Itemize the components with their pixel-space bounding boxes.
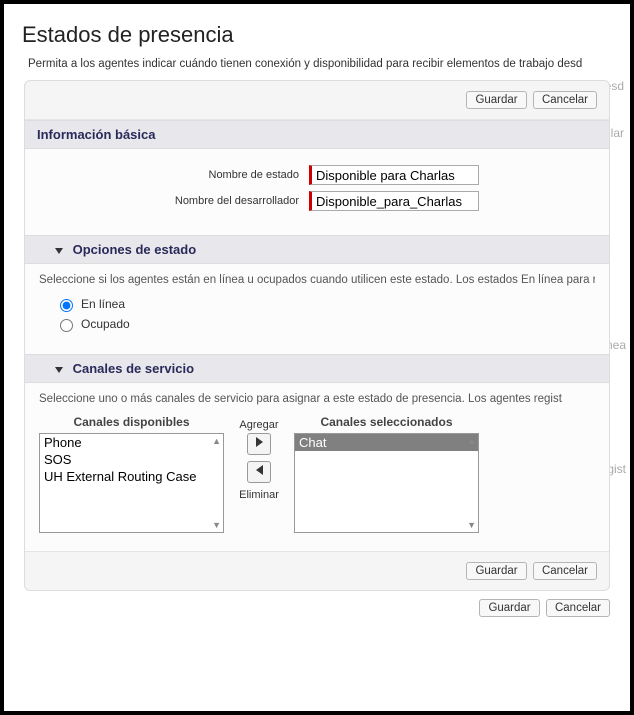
page-description: Permita a los agentes indicar cuándo tie… — [4, 58, 630, 80]
field-dev-name-row: Nombre del desarrollador — [39, 191, 595, 211]
scroll-down-icon: ▼ — [467, 520, 476, 530]
selected-column: Canales seleccionados ▲ ▼ Chat — [294, 415, 479, 533]
chevron-down-icon — [55, 367, 63, 373]
list-item[interactable]: SOS — [40, 451, 223, 468]
top-button-row: Guardar Cancelar — [25, 81, 609, 120]
field-dev-name-input[interactable] — [309, 191, 479, 211]
channels-help-text: Seleccione uno o más canales de servicio… — [39, 393, 595, 405]
selected-listbox[interactable]: ▲ ▼ Chat — [294, 433, 479, 533]
page-title: Estados de presencia — [4, 4, 630, 58]
ghost-lar: lar — [611, 126, 624, 140]
section-channels-header[interactable]: Canales de servicio — [25, 354, 609, 383]
selected-label: Canales seleccionados — [294, 415, 479, 429]
save-button[interactable]: Guardar — [466, 91, 526, 109]
radio-busy-row[interactable]: Ocupado — [55, 316, 595, 332]
page-container: desd lar n línea regist Estados de prese… — [4, 4, 630, 711]
section-channels-title: Canales de servicio — [73, 361, 194, 376]
radio-online-row[interactable]: En línea — [55, 296, 595, 312]
field-dev-name-label: Nombre del desarrollador — [39, 195, 309, 207]
radio-busy-label: Ocupado — [81, 317, 130, 331]
section-options-title: Opciones de estado — [73, 242, 197, 257]
form-panel: Guardar Cancelar Información básica Nomb… — [24, 80, 610, 591]
list-item[interactable]: UH External Routing Case — [40, 468, 223, 485]
scroll-up-icon: ▲ — [212, 436, 221, 446]
inner-footer-row: Guardar Cancelar — [25, 551, 609, 590]
remove-label: Eliminar — [234, 489, 284, 501]
chevron-down-icon — [55, 248, 63, 254]
list-item[interactable]: Phone — [40, 434, 223, 451]
field-state-name-label: Nombre de estado — [39, 169, 309, 181]
outer-footer-row: Guardar Cancelar — [4, 591, 630, 625]
add-button[interactable] — [247, 433, 271, 455]
save-button[interactable]: Guardar — [466, 562, 526, 580]
section-basic-header: Información básica — [25, 120, 609, 149]
arrow-left-icon — [256, 465, 263, 475]
radio-busy[interactable] — [60, 319, 73, 332]
available-listbox[interactable]: ▲ ▼ PhoneSOSUH External Routing Case — [39, 433, 224, 533]
add-label: Agregar — [234, 419, 284, 431]
section-channels-body: Seleccione uno o más canales de servicio… — [25, 383, 609, 551]
cancel-button[interactable]: Cancelar — [533, 91, 597, 109]
available-column: Canales disponibles ▲ ▼ PhoneSOSUH Exter… — [39, 415, 224, 533]
section-basic-body: Nombre de estado Nombre del desarrollado… — [25, 149, 609, 235]
radio-online[interactable] — [60, 299, 73, 312]
options-help-text: Seleccione si los agentes están en línea… — [39, 274, 595, 286]
radio-online-label: En línea — [81, 297, 125, 311]
arrow-right-icon — [256, 437, 263, 447]
section-options-header[interactable]: Opciones de estado — [25, 235, 609, 264]
remove-button[interactable] — [247, 461, 271, 483]
list-item[interactable]: Chat — [295, 434, 478, 451]
field-state-name-row: Nombre de estado — [39, 165, 595, 185]
available-label: Canales disponibles — [39, 415, 224, 429]
cancel-button[interactable]: Cancelar — [533, 562, 597, 580]
field-state-name-input[interactable] — [309, 165, 479, 185]
channels-layout: Canales disponibles ▲ ▼ PhoneSOSUH Exter… — [39, 415, 595, 533]
transfer-column: Agregar Eliminar — [234, 415, 284, 501]
cancel-button[interactable]: Cancelar — [546, 599, 610, 617]
save-button[interactable]: Guardar — [479, 599, 539, 617]
section-options-body: Seleccione si los agentes están en línea… — [25, 264, 609, 354]
scroll-down-icon: ▼ — [212, 520, 221, 530]
section-basic-title: Información básica — [37, 127, 155, 142]
scroll-up-icon: ▲ — [467, 436, 476, 446]
